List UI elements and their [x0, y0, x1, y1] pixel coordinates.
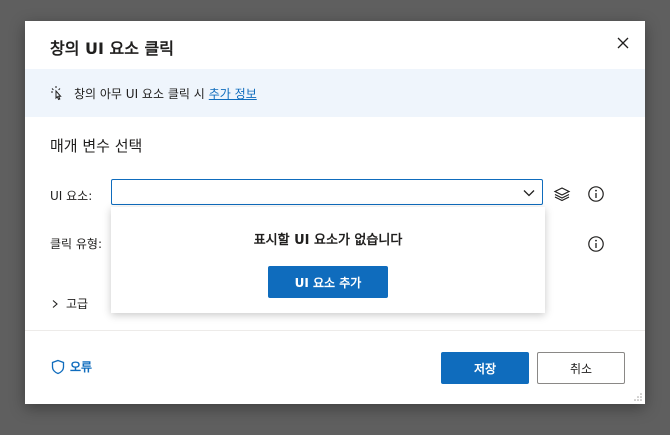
advanced-label: 고급 [66, 297, 89, 311]
resize-grip-icon[interactable] [633, 392, 643, 402]
info-bar: 창의 아무 UI 요소 클릭 시 추가 정보 [25, 69, 645, 117]
layers-icon[interactable] [553, 185, 571, 203]
add-ui-element-button[interactable]: UI 요소 추가 [268, 266, 388, 298]
error-link[interactable]: 오류 [50, 358, 92, 375]
error-label: 오류 [70, 360, 93, 374]
click-ui-element-dialog: 창의 UI 요소 클릭 창의 아무 UI 요소 클릭 시 추가 정보 매개 변수… [25, 21, 645, 404]
info-icon[interactable] [587, 185, 605, 203]
chevron-down-icon[interactable] [522, 186, 536, 200]
section-title: 매개 변수 선택 [50, 137, 143, 155]
close-icon[interactable] [615, 35, 631, 51]
click-type-label: 클릭 유형: [50, 237, 103, 251]
save-button[interactable]: 저장 [441, 352, 529, 384]
touch-cursor-icon [51, 86, 62, 101]
footer-divider [25, 330, 645, 331]
empty-message: 표시할 UI 요소가 없습니다 [253, 233, 403, 248]
info-text: 창의 아무 UI 요소 클릭 시 [74, 86, 205, 101]
info-icon[interactable] [587, 235, 605, 253]
advanced-toggle[interactable]: 고급 [50, 295, 88, 312]
shield-icon [51, 359, 65, 374]
dialog-title: 창의 UI 요소 클릭 [50, 39, 174, 58]
ui-element-select[interactable] [111, 179, 543, 205]
more-info-link[interactable]: 추가 정보 [209, 85, 257, 102]
ui-element-dropdown: 표시할 UI 요소가 없습니다 UI 요소 추가 [111, 207, 545, 313]
cancel-button[interactable]: 취소 [537, 352, 625, 384]
chevron-right-icon [52, 299, 58, 308]
ui-element-label: UI 요소: [50, 189, 93, 203]
